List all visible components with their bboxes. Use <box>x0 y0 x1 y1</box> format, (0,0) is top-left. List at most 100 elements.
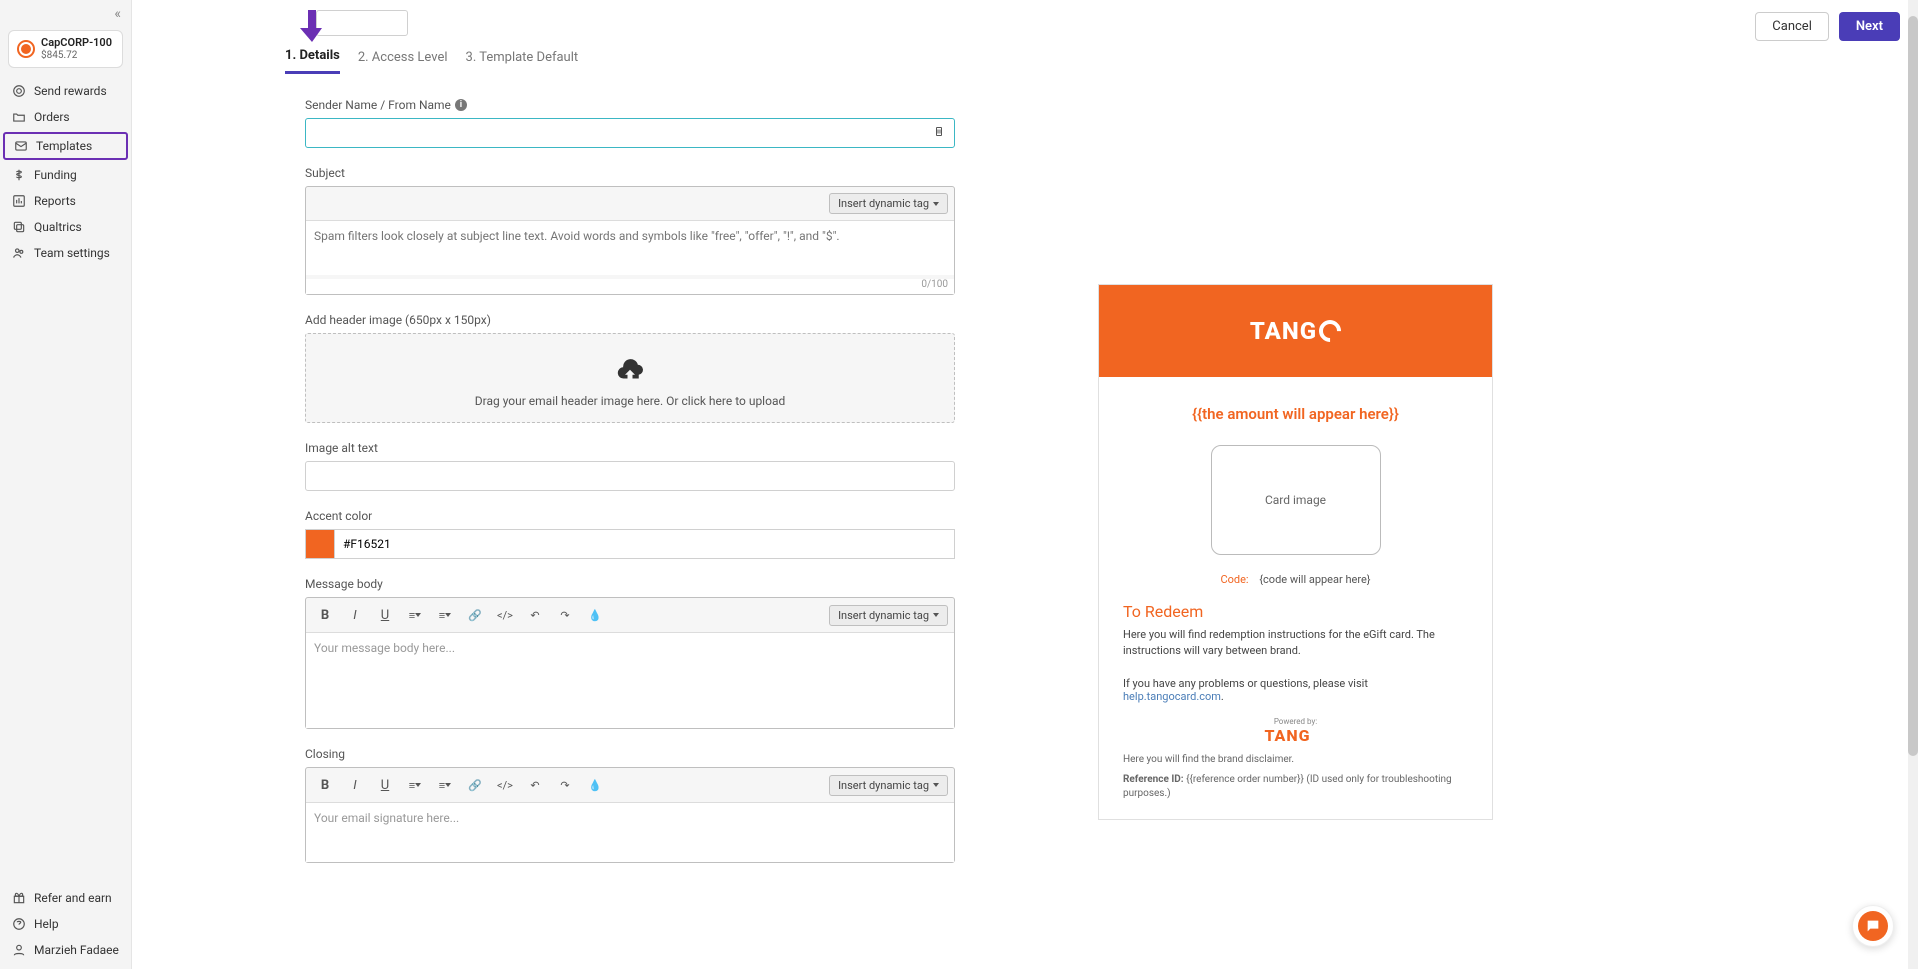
header-image-label: Add header image (650px x 150px) <box>305 313 957 327</box>
email-preview: TANG {{the amount will appear here}} Car… <box>1098 284 1493 820</box>
preview-amount: {{the amount will appear here}} <box>1123 405 1468 423</box>
sidebar-item-templates[interactable]: Templates <box>3 132 128 160</box>
copy-icon <box>12 220 26 234</box>
italic-button-2[interactable]: I <box>342 772 368 798</box>
cloud-upload-icon <box>610 356 650 386</box>
sidebar-item-user[interactable]: Marzieh Fadaee <box>0 937 131 969</box>
cancel-button[interactable]: Cancel <box>1755 12 1829 41</box>
mail-icon <box>14 139 28 153</box>
sidebar-item-orders[interactable]: Orders <box>0 104 131 130</box>
drop-button[interactable]: 💧 <box>582 602 608 628</box>
message-body-textarea[interactable]: Your message body here... <box>306 632 954 728</box>
nav-label: Templates <box>36 139 92 153</box>
chevron-down-icon <box>933 783 939 787</box>
nav-label: Refer and earn <box>34 891 112 905</box>
bold-button-2[interactable]: B <box>312 772 338 798</box>
unordered-list-button[interactable]: ≡ <box>432 602 458 628</box>
step-tabs: 1. Details 2. Access Level 3. Template D… <box>132 0 982 74</box>
template-name-input[interactable] <box>316 10 408 36</box>
vertical-scrollbar[interactable] <box>1908 0 1918 969</box>
preview-reference: Reference ID: {{reference order number}}… <box>1123 773 1468 801</box>
chevron-down-icon <box>933 613 939 617</box>
sidebar: « CapCORP-100 $845.72 Send rewards Order… <box>0 0 132 969</box>
subject-textarea[interactable] <box>306 220 954 275</box>
closing-editor: B I U ≡ ≡ 🔗 </> ↶ ↷ 💧 Insert dynamic tag… <box>305 767 955 863</box>
sender-label: Sender Name / From Name i <box>305 98 957 112</box>
form-area: 1. Details 2. Access Level 3. Template D… <box>132 0 982 969</box>
code-button-2[interactable]: </> <box>492 772 518 798</box>
preview-code: Code: {code will appear here} <box>1123 573 1468 586</box>
preview-redeem-title: To Redeem <box>1123 602 1468 621</box>
sender-input[interactable] <box>305 118 955 148</box>
annotation-arrow-icon <box>300 8 324 48</box>
help-icon <box>12 917 26 931</box>
upload-hint: Drag your email header image here. Or cl… <box>316 394 944 408</box>
sidebar-item-send-rewards[interactable]: Send rewards <box>0 78 131 104</box>
sidebar-item-team-settings[interactable]: Team settings <box>0 240 131 266</box>
closing-textarea[interactable]: Your email signature here... <box>306 802 954 862</box>
next-button[interactable]: Next <box>1839 12 1900 41</box>
step-access-level[interactable]: 2. Access Level <box>358 50 448 73</box>
folder-icon <box>12 110 26 124</box>
sidebar-item-funding[interactable]: Funding <box>0 162 131 188</box>
powered-by: Powered by: TANG <box>1123 717 1468 745</box>
alt-text-label: Image alt text <box>305 441 957 455</box>
alt-text-input[interactable] <box>305 461 955 491</box>
insert-dynamic-tag-button-closing[interactable]: Insert dynamic tag <box>829 775 948 796</box>
preview-disclaimer: Here you will find the brand disclaimer. <box>1123 753 1468 767</box>
nav-label: Team settings <box>34 246 110 260</box>
sidebar-item-reports[interactable]: Reports <box>0 188 131 214</box>
bold-button[interactable]: B <box>312 602 338 628</box>
help-link[interactable]: help.tangocard.com <box>1123 690 1221 703</box>
step-details[interactable]: 1. Details <box>285 48 340 74</box>
account-logo-icon <box>17 40 35 58</box>
preview-redeem-text: Here you will find redemption instructio… <box>1123 627 1468 659</box>
link-button-2[interactable]: 🔗 <box>462 772 488 798</box>
unordered-list-button-2[interactable]: ≡ <box>432 772 458 798</box>
sidebar-item-qualtrics[interactable]: Qualtrics <box>0 214 131 240</box>
nav-label: Send rewards <box>34 84 107 98</box>
redo-button-2[interactable]: ↷ <box>552 772 578 798</box>
account-card[interactable]: CapCORP-100 $845.72 <box>8 30 123 68</box>
accent-color-label: Accent color <box>305 509 957 523</box>
tango-small-logo-icon: TANG <box>1123 726 1468 745</box>
drop-button-2[interactable]: 💧 <box>582 772 608 798</box>
dollar-icon <box>12 168 26 182</box>
undo-button[interactable]: ↶ <box>522 602 548 628</box>
subject-counter: 0/100 <box>306 279 954 294</box>
closing-label: Closing <box>305 747 957 761</box>
app-root: « CapCORP-100 $845.72 Send rewards Order… <box>0 0 1920 969</box>
chat-widget[interactable] <box>1852 905 1894 947</box>
undo-button-2[interactable]: ↶ <box>522 772 548 798</box>
nav-label: Orders <box>34 110 70 124</box>
main-content: Cancel Next 1. Details 2. Access Level 3… <box>132 0 1920 969</box>
nav-label: Funding <box>34 168 77 182</box>
code-button[interactable]: </> <box>492 602 518 628</box>
message-body-editor: B I U ≡ ≡ 🔗 </> ↶ ↷ 💧 Insert dynamic tag… <box>305 597 955 729</box>
account-name: CapCORP-100 <box>41 37 112 50</box>
preview-header: TANG <box>1099 285 1492 377</box>
insert-dynamic-tag-button-body[interactable]: Insert dynamic tag <box>829 605 948 626</box>
nav-label: Help <box>34 917 59 931</box>
subject-box: Insert dynamic tag 0/100 <box>305 186 955 295</box>
sidebar-collapse[interactable]: « <box>0 6 131 26</box>
underline-button[interactable]: U <box>372 602 398 628</box>
accent-color-swatch[interactable] <box>305 529 335 559</box>
insert-dynamic-tag-button[interactable]: Insert dynamic tag <box>829 193 948 214</box>
header-image-upload[interactable]: Drag your email header image here. Or cl… <box>305 333 955 423</box>
sidebar-item-help[interactable]: Help <box>0 911 131 937</box>
redo-button[interactable]: ↷ <box>552 602 578 628</box>
nav-label: Qualtrics <box>34 220 82 234</box>
ordered-list-button-2[interactable]: ≡ <box>402 772 428 798</box>
info-icon[interactable]: i <box>455 99 467 111</box>
ordered-list-button[interactable]: ≡ <box>402 602 428 628</box>
subject-label: Subject <box>305 166 957 180</box>
underline-button-2[interactable]: U <box>372 772 398 798</box>
clear-input-icon[interactable] <box>933 125 945 142</box>
sidebar-item-refer[interactable]: Refer and earn <box>0 885 131 911</box>
users-icon <box>12 246 26 260</box>
accent-color-input[interactable] <box>335 529 955 559</box>
step-template-default[interactable]: 3. Template Default <box>466 50 579 73</box>
link-button[interactable]: 🔗 <box>462 602 488 628</box>
italic-button[interactable]: I <box>342 602 368 628</box>
